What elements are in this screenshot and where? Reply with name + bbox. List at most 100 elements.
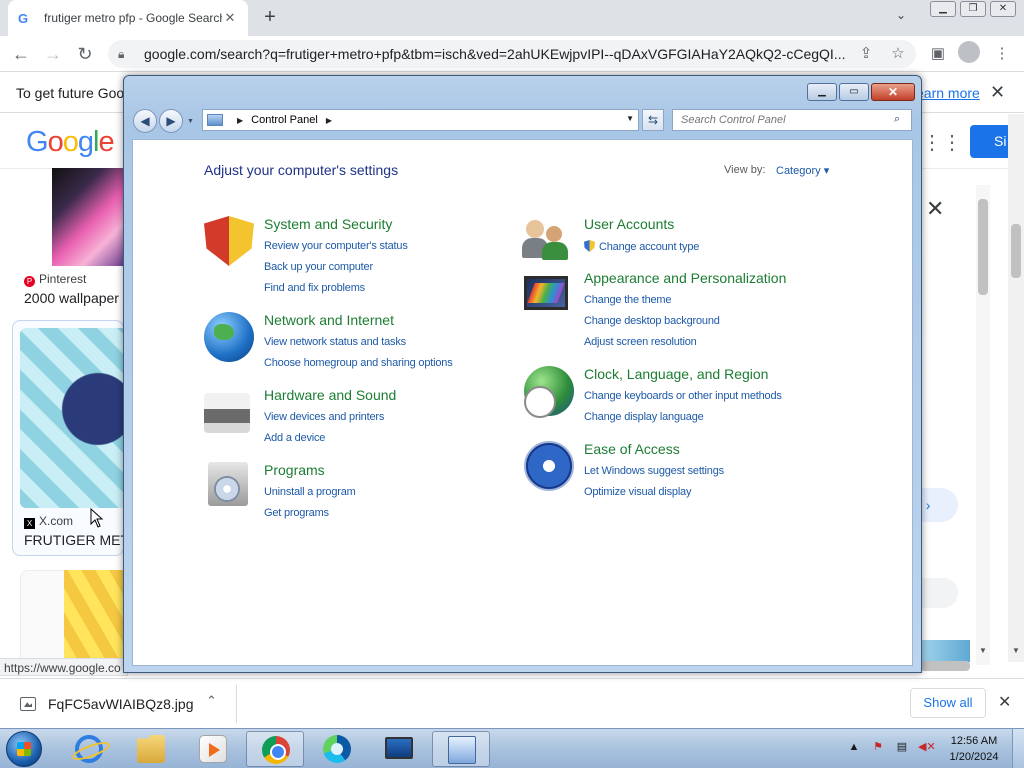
category-title[interactable]: Ease of Access: [584, 441, 680, 457]
category-link[interactable]: Change keyboards or other input methods: [584, 390, 782, 402]
chevron-up-icon[interactable]: ⌃: [206, 693, 217, 709]
taskbar-app-control-panel[interactable]: [432, 731, 490, 767]
learn-more-link[interactable]: earn more: [916, 85, 980, 101]
programs-disc-icon[interactable]: [208, 462, 248, 506]
category-link[interactable]: Uninstall a program: [264, 486, 356, 498]
page-scrollbar[interactable]: [1008, 114, 1024, 662]
result-title[interactable]: FRUTIGER MET: [24, 532, 129, 548]
chevron-right-icon[interactable]: ▶: [237, 116, 243, 125]
close-icon[interactable]: ✕: [222, 10, 238, 26]
shield-icon[interactable]: [204, 216, 254, 266]
new-tab-button[interactable]: +: [258, 4, 282, 30]
action-center-flag-icon[interactable]: ⚑: [870, 739, 886, 755]
printer-icon[interactable]: [204, 393, 250, 433]
taskbar-app-edge[interactable]: [308, 731, 366, 767]
download-file-name[interactable]: FqFC5avWIAIBQz8.jpg: [48, 696, 194, 712]
result-title[interactable]: 2000 wallpaper: [24, 290, 119, 306]
category-link[interactable]: Change account type: [584, 240, 699, 253]
address-bar[interactable]: 🔒︎ google.com/search?q=frutiger+metro+pf…: [108, 40, 916, 68]
minimize-button[interactable]: ▁: [807, 83, 837, 101]
chevron-down-icon[interactable]: ⌄: [896, 8, 906, 22]
tray-expand-icon[interactable]: ▲: [846, 739, 862, 755]
breadcrumb-control-panel[interactable]: Control Panel: [251, 114, 318, 126]
reload-icon[interactable]: ↻: [72, 41, 98, 67]
forward-arrow-icon[interactable]: →: [40, 41, 66, 67]
minimize-button[interactable]: ▁: [930, 1, 956, 17]
horizontal-scrollbar-thumb[interactable]: [920, 661, 970, 671]
close-icon[interactable]: ✕: [990, 82, 1005, 103]
refresh-icon[interactable]: ⇆: [642, 109, 664, 131]
category-link[interactable]: Change display language: [584, 411, 704, 423]
taskbar-clock[interactable]: 12:56 AM 1/20/2024: [944, 733, 1004, 765]
scroll-down-icon[interactable]: ▼: [979, 646, 987, 655]
network-icon[interactable]: ▤: [894, 739, 910, 755]
taskbar-app-media-player[interactable]: [184, 731, 242, 767]
category-link[interactable]: Change desktop background: [584, 315, 720, 327]
category-link[interactable]: Choose homegroup and sharing options: [264, 357, 453, 369]
taskbar-app-remote-desktop[interactable]: [370, 731, 428, 767]
side-panel-icon[interactable]: ▣: [926, 42, 950, 66]
scrollbar-thumb[interactable]: [1011, 224, 1021, 278]
chevron-right-icon[interactable]: ▶: [326, 116, 332, 125]
category-link[interactable]: Change the theme: [584, 294, 672, 306]
ease-of-access-icon[interactable]: [524, 441, 574, 491]
category-title[interactable]: User Accounts: [584, 216, 674, 232]
result-image[interactable]: [64, 570, 124, 660]
personalization-monitor-icon[interactable]: [524, 276, 568, 310]
category-title[interactable]: Network and Internet: [264, 312, 394, 328]
taskbar-app-ie[interactable]: [60, 731, 118, 767]
maximize-button[interactable]: ❐: [960, 1, 986, 17]
more-menu-icon[interactable]: ⋮: [990, 42, 1014, 66]
volume-muted-icon[interactable]: ◀✕: [918, 739, 936, 755]
category-link[interactable]: Adjust screen resolution: [584, 336, 697, 348]
chevron-right-icon[interactable]: t ›: [916, 488, 958, 522]
category-link[interactable]: Back up your computer: [264, 261, 373, 273]
category-title[interactable]: Clock, Language, and Region: [584, 366, 768, 382]
close-button[interactable]: ✕: [990, 1, 1016, 17]
close-icon[interactable]: ✕: [998, 692, 1011, 712]
category-link[interactable]: Find and fix problems: [264, 282, 365, 294]
category-link[interactable]: View devices and printers: [264, 411, 384, 423]
preview-thumbnail[interactable]: [916, 640, 970, 662]
back-arrow-icon[interactable]: ←: [8, 41, 34, 67]
address-bar[interactable]: ▶ Control Panel ▶ ▼: [202, 109, 639, 131]
search-input[interactable]: [672, 109, 912, 131]
taskbar-app-explorer[interactable]: [122, 731, 180, 767]
scroll-down-icon[interactable]: ▼: [1012, 646, 1020, 655]
share-icon[interactable]: ⇪: [854, 42, 878, 66]
category-link[interactable]: Optimize visual display: [584, 486, 691, 498]
result-image[interactable]: [20, 328, 124, 508]
category-title[interactable]: Programs: [264, 462, 325, 478]
category-title[interactable]: Appearance and Personalization: [584, 270, 786, 286]
result-image[interactable]: [52, 168, 124, 266]
category-link[interactable]: Add a device: [264, 432, 325, 444]
bookmark-star-icon[interactable]: ☆: [886, 42, 910, 66]
category-title[interactable]: System and Security: [264, 216, 392, 232]
view-by-dropdown[interactable]: Category ▾: [776, 164, 829, 177]
category-link[interactable]: View network status and tasks: [264, 336, 406, 348]
recent-pages-dropdown[interactable]: ▼: [187, 118, 194, 125]
category-title[interactable]: Hardware and Sound: [264, 387, 396, 403]
close-icon[interactable]: ✕: [926, 196, 944, 222]
show-desktop-button[interactable]: [1012, 729, 1024, 768]
users-icon[interactable]: [522, 216, 574, 266]
search-icon[interactable]: ⌕: [894, 113, 900, 126]
browser-tab[interactable]: G frutiger metro pfp - Google Search ✕: [8, 0, 248, 36]
profile-avatar[interactable]: [958, 41, 980, 63]
network-globe-icon[interactable]: [204, 312, 254, 362]
address-dropdown-icon[interactable]: ▼: [626, 114, 634, 123]
back-arrow-icon[interactable]: ◀: [133, 109, 157, 133]
forward-arrow-icon[interactable]: ▶: [159, 109, 183, 133]
google-logo[interactable]: Google: [26, 126, 115, 159]
category-link[interactable]: Get programs: [264, 507, 329, 519]
category-link[interactable]: Review your computer's status: [264, 240, 408, 252]
category-link[interactable]: Let Windows suggest settings: [584, 465, 724, 477]
panel-scrollbar[interactable]: [976, 185, 990, 665]
show-all-button[interactable]: Show all: [910, 688, 986, 718]
scrollbar-thumb[interactable]: [978, 199, 988, 295]
start-button[interactable]: [6, 731, 42, 767]
taskbar-app-chrome[interactable]: [246, 731, 304, 767]
maximize-button[interactable]: ▭: [839, 83, 869, 101]
related-chip[interactable]: [916, 578, 958, 608]
clock-globe-icon[interactable]: [524, 366, 574, 418]
